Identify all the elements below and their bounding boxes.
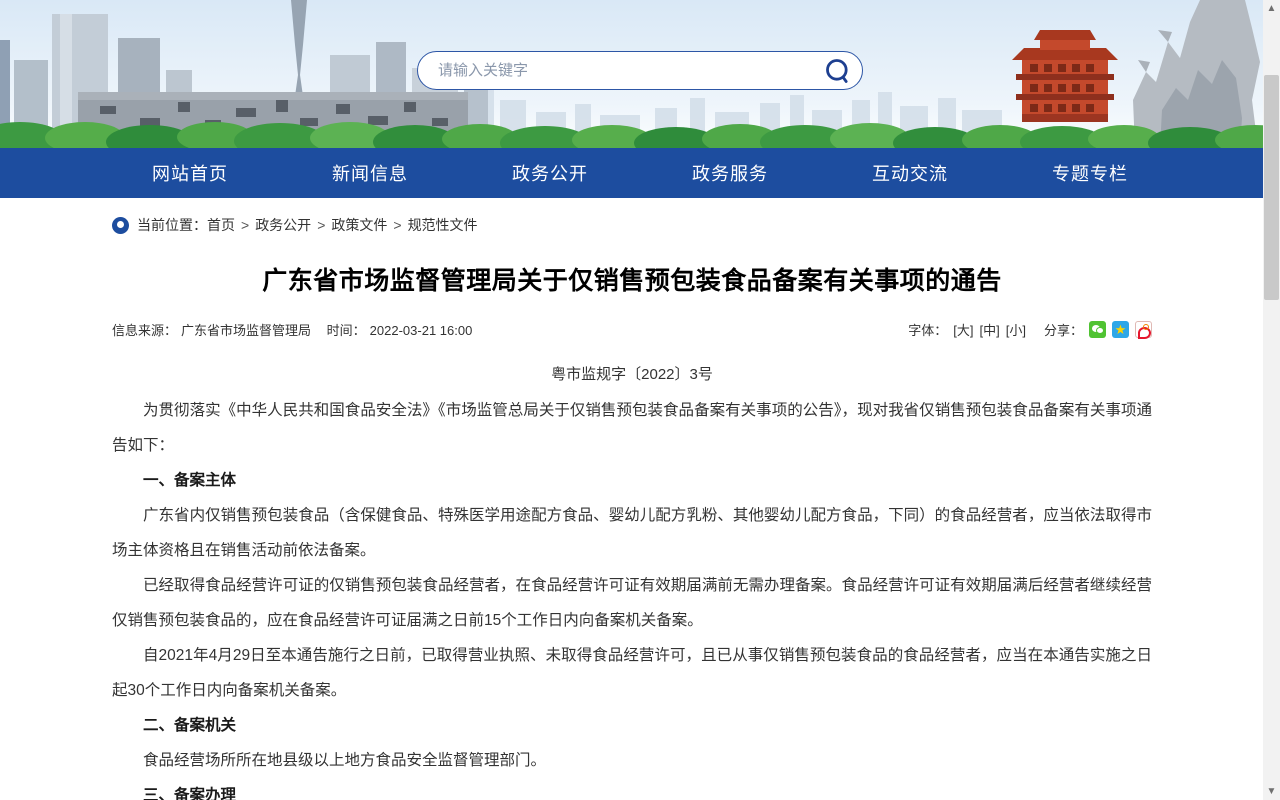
- location-pin-icon: [112, 217, 129, 234]
- main-navigation: 网站首页 新闻信息 政务公开 政务服务 互动交流 专题专栏: [0, 148, 1280, 198]
- qzone-share-icon[interactable]: ★: [1112, 321, 1129, 338]
- page-title: 广东省市场监督管理局关于仅销售预包装食品备案有关事项的通告: [112, 261, 1152, 297]
- font-size-large-button[interactable]: [大]: [953, 320, 973, 339]
- search-bar[interactable]: [417, 51, 863, 90]
- document-number: 粤市监规字〔2022〕3号: [112, 363, 1152, 384]
- article-page: 当前位置： 首页 > 政务公开 > 政策文件 > 规范性文件 广东省市场监督管理…: [112, 198, 1152, 800]
- time-value: 2022-03-21 16:00: [370, 323, 473, 338]
- wechat-share-icon[interactable]: [1089, 321, 1106, 338]
- article-paragraph: 广东省内仅销售预包装食品（含保健食品、特殊医学用途配方食品、婴幼儿配方乳粉、其他…: [112, 498, 1152, 568]
- nav-item-special-topics[interactable]: 专题专栏: [1000, 148, 1180, 198]
- nav-item-news[interactable]: 新闻信息: [280, 148, 460, 198]
- nav-item-interaction[interactable]: 互动交流: [820, 148, 1000, 198]
- breadcrumb-link-policy-docs[interactable]: 政策文件: [331, 215, 387, 235]
- article-meta: 信息来源： 广东省市场监督管理局 时间： 2022-03-21 16:00 字体： …: [112, 320, 1152, 339]
- font-size-label: 字体：: [908, 320, 947, 339]
- nav-item-home[interactable]: 网站首页: [100, 148, 280, 198]
- breadcrumb-separator: >: [393, 217, 401, 233]
- scrollbar[interactable]: ▲ ▼: [1263, 0, 1280, 800]
- section-heading-2: 二、备案机关: [112, 708, 1152, 743]
- article-meta-left: 信息来源： 广东省市场监督管理局 时间： 2022-03-21 16:00: [112, 320, 476, 339]
- source-label: 信息来源：: [112, 323, 177, 338]
- font-size-small-button[interactable]: [小]: [1006, 320, 1026, 339]
- header-banner: [0, 0, 1280, 148]
- scrollbar-up-arrow[interactable]: ▲: [1263, 0, 1280, 17]
- breadcrumb-link-normative-docs[interactable]: 规范性文件: [408, 215, 478, 235]
- article-body: 为贯彻落实《中华人民共和国食品安全法》《市场监管总局关于仅销售预包装食品备案有关…: [112, 393, 1152, 800]
- article-paragraph: 食品经营场所所在地县级以上地方食品安全监督管理部门。: [112, 743, 1152, 778]
- breadcrumb: 当前位置： 首页 > 政务公开 > 政策文件 > 规范性文件: [112, 215, 1152, 235]
- scrollbar-thumb[interactable]: [1264, 75, 1279, 300]
- article-paragraph: 已经取得食品经营许可证的仅销售预包装食品经营者，在食品经营许可证有效期届满前无需…: [112, 568, 1152, 638]
- breadcrumb-link-home[interactable]: 首页: [207, 215, 235, 235]
- font-size-medium-button[interactable]: [中]: [980, 320, 1000, 339]
- source-value: 广东省市场监督管理局: [181, 323, 311, 338]
- section-heading-1: 一、备案主体: [112, 463, 1152, 498]
- article-paragraph: 为贯彻落实《中华人民共和国食品安全法》《市场监管总局关于仅销售预包装食品备案有关…: [112, 393, 1152, 463]
- article-paragraph: 自2021年4月29日至本通告施行之日前，已取得营业执照、未取得食品经营许可，且…: [112, 638, 1152, 708]
- weibo-share-icon[interactable]: [1135, 321, 1152, 338]
- nav-item-gov-services[interactable]: 政务服务: [640, 148, 820, 198]
- search-button[interactable]: [824, 57, 852, 85]
- breadcrumb-label: 当前位置：: [137, 215, 207, 235]
- nav-item-gov-open[interactable]: 政务公开: [460, 148, 640, 198]
- share-label: 分享：: [1044, 320, 1083, 339]
- scrollbar-down-arrow[interactable]: ▼: [1263, 783, 1280, 800]
- time-label: 时间：: [327, 323, 366, 338]
- breadcrumb-link-gov-open[interactable]: 政务公开: [255, 215, 311, 235]
- section-heading-3: 三、备案办理: [112, 778, 1152, 800]
- search-input[interactable]: [438, 62, 824, 79]
- breadcrumb-separator: >: [241, 217, 249, 233]
- article-meta-right: 字体： [大] [中] [小] 分享： ★: [908, 320, 1152, 339]
- breadcrumb-separator: >: [317, 217, 325, 233]
- search-icon: [824, 0, 852, 145]
